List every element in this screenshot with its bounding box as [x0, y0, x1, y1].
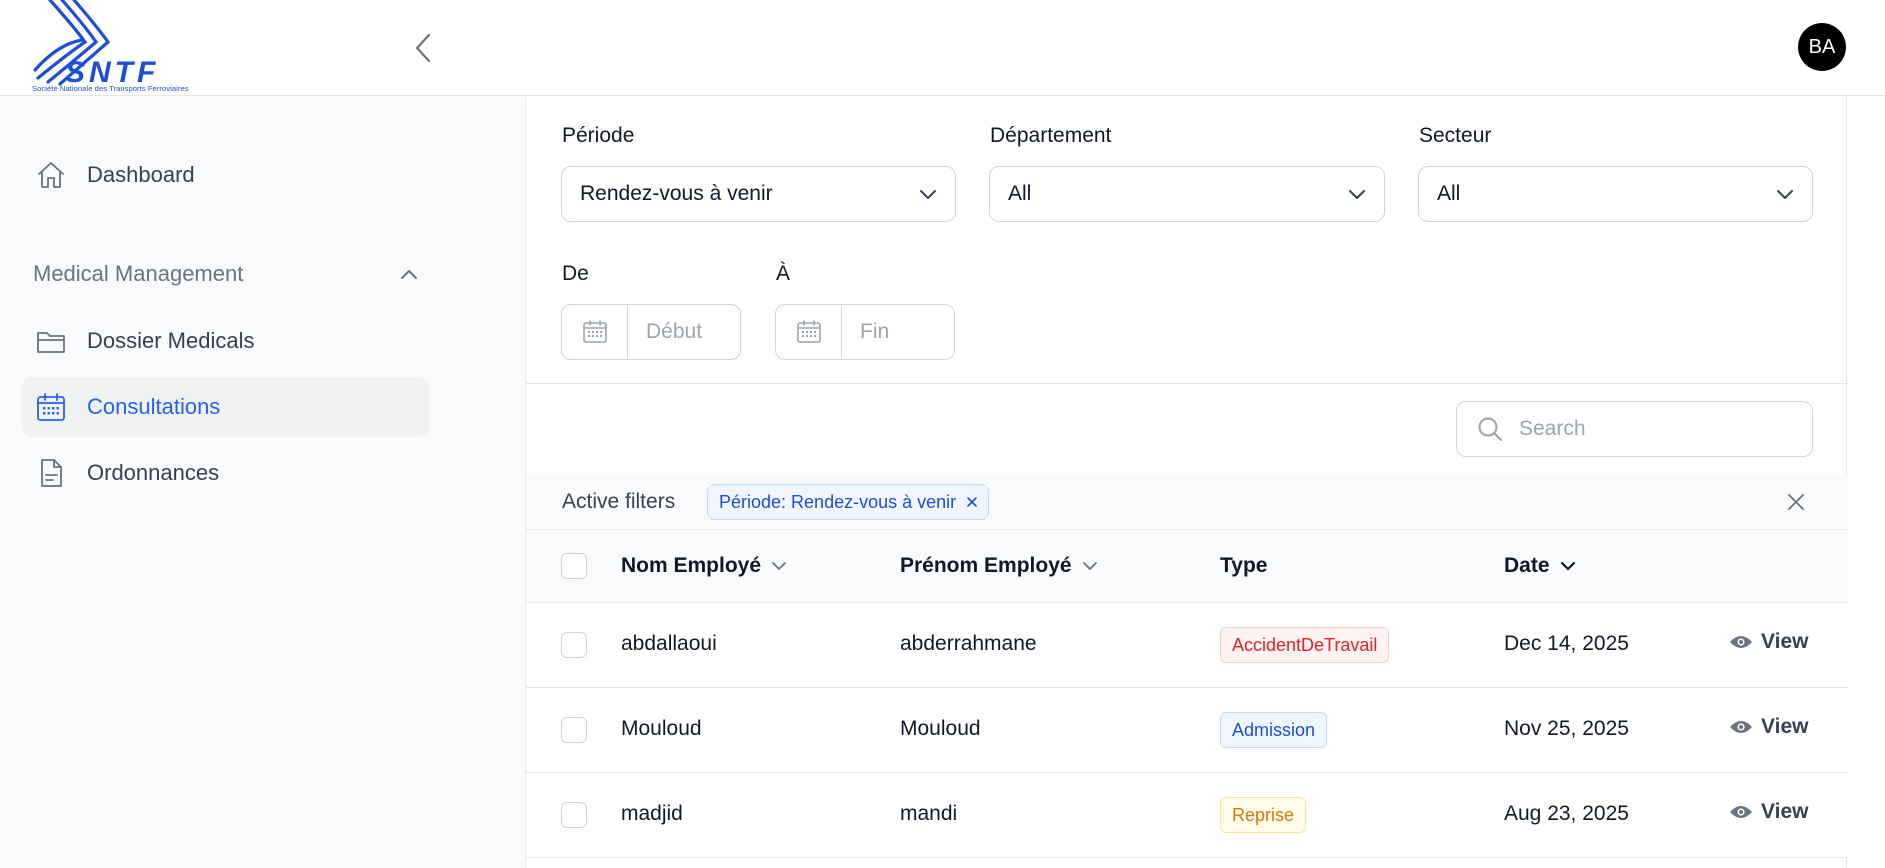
- active-filters-title: Active filters: [562, 490, 676, 513]
- home-icon: [34, 158, 68, 192]
- sidebar-item-dashboard[interactable]: Dashboard: [22, 145, 430, 205]
- cell-prenom: Mouloud: [900, 717, 981, 740]
- eye-icon: [1730, 636, 1752, 648]
- view-label: View: [1761, 800, 1809, 823]
- cell-date: Dec 14, 2025: [1504, 632, 1629, 655]
- chevron-down-icon: [1560, 561, 1575, 571]
- view-button[interactable]: View: [1729, 715, 1808, 739]
- departement-value: All: [1008, 182, 1032, 205]
- table-row[interactable]: Mouloud Mouloud Admission Nov 25, 2025 V…: [526, 688, 1848, 773]
- secteur-select[interactable]: All: [1418, 166, 1813, 222]
- document-icon: [34, 456, 68, 490]
- row-checkbox[interactable]: [561, 632, 587, 658]
- user-avatar[interactable]: BA: [1798, 23, 1846, 71]
- filter-chip-label: Période: Rendez-vous à venir: [719, 491, 957, 512]
- logo-subtitle: Société Nationale des Transports Ferrovi…: [32, 84, 189, 93]
- column-header-label: Type: [1220, 554, 1268, 577]
- active-filters-bar: Active filters Période: Rendez-vous à ve…: [526, 475, 1848, 530]
- calendar-icon[interactable]: [776, 305, 842, 359]
- row-checkbox[interactable]: [561, 802, 587, 828]
- column-header-date[interactable]: Date: [1504, 554, 1576, 578]
- a-label: À: [776, 262, 791, 285]
- date-to-field[interactable]: [842, 305, 954, 359]
- view-label: View: [1761, 630, 1809, 653]
- cell-nom: madjid: [621, 802, 683, 825]
- table-row[interactable]: madjid mandi Reprise Aug 23, 2025 View: [526, 773, 1848, 858]
- select-all-checkbox[interactable]: [561, 553, 587, 579]
- type-badge: Admission: [1220, 712, 1328, 748]
- chevron-down-icon: [772, 562, 786, 570]
- eye-icon: [1730, 806, 1752, 818]
- cell-date: Aug 23, 2025: [1504, 802, 1629, 825]
- collapse-sidebar-button[interactable]: [408, 30, 438, 66]
- folder-icon: [34, 324, 68, 358]
- top-header: SNTF Société Nationale des Transports Fe…: [0, 0, 1885, 96]
- search-icon: [1478, 417, 1502, 441]
- close-icon: [1788, 494, 1804, 510]
- cell-prenom: abderrahmane: [900, 632, 1037, 655]
- divider: [526, 383, 1848, 384]
- secteur-value: All: [1437, 182, 1461, 205]
- departement-label: Département: [990, 124, 1112, 147]
- periode-value: Rendez-vous à venir: [580, 182, 773, 205]
- remove-filter-icon[interactable]: [966, 496, 978, 508]
- column-header-prenom[interactable]: Prénom Employé: [900, 554, 1098, 578]
- chevron-down-icon: [1777, 190, 1793, 199]
- sidebar-item-label: Dashboard: [87, 162, 195, 187]
- date-from-input[interactable]: [561, 304, 741, 360]
- cell-prenom: mandi: [900, 802, 958, 825]
- cell-nom: abdallaoui: [621, 632, 717, 655]
- search-box[interactable]: [1456, 401, 1813, 457]
- sidebar-item-dossier-medicals[interactable]: Dossier Medicals: [22, 311, 430, 371]
- clear-all-filters-button[interactable]: [1784, 490, 1808, 514]
- calendar-icon[interactable]: [562, 305, 628, 359]
- type-badge: Reprise: [1220, 797, 1307, 833]
- search-input[interactable]: [1519, 417, 1799, 441]
- date-to-input[interactable]: [775, 304, 955, 360]
- date-from-field[interactable]: [628, 305, 740, 359]
- eye-icon: [1730, 721, 1752, 733]
- de-label: De: [562, 262, 589, 285]
- chevron-left-icon: [415, 33, 431, 63]
- sidebar: Dashboard Medical Management Dossier Med…: [0, 97, 525, 868]
- column-header-label: Date: [1504, 554, 1550, 577]
- cell-date: Nov 25, 2025: [1504, 717, 1629, 740]
- column-header-label: Prénom Employé: [900, 554, 1072, 577]
- chevron-down-icon: [920, 190, 936, 199]
- sntf-logo-mark: SNTF: [33, 0, 155, 89]
- sntf-logo[interactable]: SNTF Société Nationale des Transports Fe…: [30, 0, 200, 96]
- chevron-up-icon: [401, 270, 417, 279]
- type-badge: AccidentDeTravail: [1220, 627, 1390, 663]
- sidebar-item-consultations[interactable]: Consultations: [22, 377, 430, 437]
- sidebar-item-ordonnances[interactable]: Ordonnances: [22, 443, 430, 503]
- filter-chip: Période: Rendez-vous à venir: [707, 484, 990, 520]
- sidebar-item-label: Dossier Medicals: [87, 328, 255, 353]
- section-label: Medical Management: [33, 261, 244, 286]
- sidebar-item-label: Ordonnances: [87, 460, 220, 485]
- column-header-label: Nom Employé: [621, 554, 762, 577]
- cell-nom: Mouloud: [621, 717, 702, 740]
- column-header-type: Type: [1220, 554, 1267, 578]
- section-medical-management[interactable]: Medical Management: [33, 259, 418, 289]
- calendar-icon: [34, 390, 68, 424]
- table-header: Nom Employé Prénom Employé Type Date: [526, 530, 1848, 603]
- main-content: Période Rendez-vous à venir Département …: [525, 97, 1848, 868]
- sidebar-item-label: Consultations: [87, 394, 221, 419]
- view-button[interactable]: View: [1729, 800, 1808, 824]
- secteur-label: Secteur: [1419, 124, 1492, 147]
- periode-select[interactable]: Rendez-vous à venir: [561, 166, 956, 222]
- row-checkbox[interactable]: [561, 717, 587, 743]
- column-header-nom[interactable]: Nom Employé: [621, 554, 787, 578]
- view-label: View: [1761, 715, 1809, 738]
- departement-select[interactable]: All: [989, 166, 1385, 222]
- chevron-down-icon: [1349, 190, 1365, 199]
- view-button[interactable]: View: [1729, 630, 1808, 654]
- table-row[interactable]: abdallaoui abderrahmane AccidentDeTravai…: [526, 603, 1848, 688]
- periode-label: Période: [562, 124, 635, 147]
- chevron-down-icon: [1082, 562, 1097, 570]
